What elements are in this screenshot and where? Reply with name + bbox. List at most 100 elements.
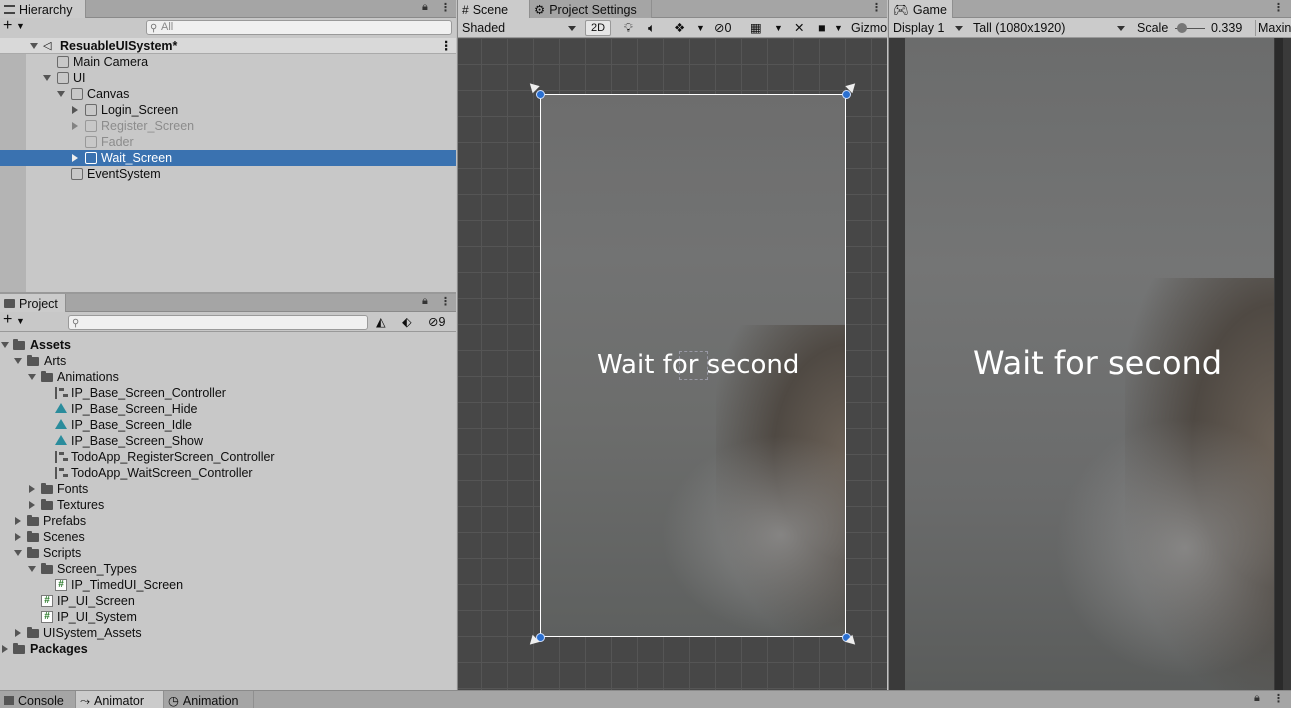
tab-hierarchy[interactable]: Hierarchy	[0, 0, 86, 18]
audio-icon[interactable]: 🔈︎	[648, 20, 656, 36]
display-dropdown[interactable]: Display 1	[893, 20, 967, 36]
kebab-menu-icon[interactable]: ⋮	[871, 1, 882, 14]
lighting-icon[interactable]: 💡︎	[624, 20, 633, 36]
camera-icon[interactable]: ■	[818, 20, 826, 36]
expand-arrow-icon[interactable]	[1, 342, 9, 348]
project-item-animation-clip[interactable]: IP_Base_Screen_Hide	[0, 401, 456, 417]
tab-project-settings[interactable]: ⚙ Project Settings	[530, 0, 652, 18]
project-item-scripts[interactable]: Scripts	[0, 545, 456, 561]
project-item-assets[interactable]: Assets	[0, 337, 456, 353]
project-item-script[interactable]: # IP_UI_System	[0, 609, 456, 625]
chevron-down-icon[interactable]: ▼	[774, 20, 783, 36]
hierarchy-item-wait-screen[interactable]: Wait_Screen	[0, 150, 456, 166]
tools-icon[interactable]: ✕	[794, 20, 804, 36]
project-item-animations[interactable]: Animations	[0, 369, 456, 385]
project-item-screen-types[interactable]: Screen_Types	[0, 561, 456, 577]
hierarchy-item-canvas[interactable]: Canvas	[0, 86, 456, 102]
game-viewport[interactable]: Wait for second	[905, 38, 1274, 690]
project-item-label: Packages	[30, 642, 88, 656]
project-item-animation-clip[interactable]: IP_Base_Screen_Show	[0, 433, 456, 449]
project-item-textures[interactable]: Textures	[0, 497, 456, 513]
maximize-on-play-toggle[interactable]: Maxin	[1255, 20, 1291, 36]
expand-arrow-icon[interactable]	[43, 75, 51, 81]
resolution-dropdown[interactable]: Tall (1080x1920)	[973, 20, 1129, 36]
chevron-down-icon[interactable]: ▼	[16, 313, 25, 329]
expand-arrow-icon[interactable]	[14, 358, 22, 364]
collapse-arrow-icon[interactable]	[15, 629, 21, 637]
tab-game[interactable]: 🎮︎ Game	[889, 0, 953, 18]
collapse-arrow-icon[interactable]	[2, 645, 8, 653]
hierarchy-item-login-screen[interactable]: Login_Screen	[0, 102, 456, 118]
gizmos-dropdown[interactable]: Gizmo	[851, 20, 887, 36]
collapse-arrow-icon[interactable]	[15, 517, 21, 525]
filter-by-label-icon[interactable]: ⬖	[402, 314, 412, 330]
project-item-fonts[interactable]: Fonts	[0, 481, 456, 497]
lock-icon[interactable]: 🔒︎	[422, 1, 428, 14]
lock-icon[interactable]: 🔒︎	[422, 295, 428, 308]
project-item-animator-controller[interactable]: IP_Base_Screen_Controller	[0, 385, 456, 401]
rect-transform-pivot-icon[interactable]	[679, 351, 708, 380]
collapse-arrow-icon[interactable]	[29, 501, 35, 509]
lock-icon[interactable]: 🔒︎	[1254, 692, 1260, 705]
canvas-rect[interactable]: Wait for second	[540, 94, 846, 637]
project-item-script[interactable]: # IP_UI_Screen	[0, 593, 456, 609]
project-item-animator-controller[interactable]: TodoApp_WaitScreen_Controller	[0, 465, 456, 481]
collapse-arrow-icon[interactable]	[72, 106, 78, 114]
chevron-down-icon[interactable]: ▼	[834, 20, 843, 36]
expand-arrow-icon[interactable]	[30, 43, 38, 49]
tab-project[interactable]: Project	[0, 294, 66, 312]
expand-arrow-icon[interactable]	[28, 566, 36, 572]
hierarchy-item-ui[interactable]: UI	[0, 70, 456, 86]
kebab-menu-icon[interactable]: ⋮	[440, 1, 451, 14]
project-search-input[interactable]: ⚲	[68, 315, 368, 330]
project-item-arts[interactable]: Arts	[0, 353, 456, 369]
expand-arrow-icon[interactable]	[14, 550, 22, 556]
collapse-arrow-icon[interactable]	[29, 485, 35, 493]
effects-icon[interactable]: ❖	[674, 20, 685, 36]
tab-console[interactable]: Console	[0, 691, 76, 708]
toggle-2d-button[interactable]: 2D	[585, 20, 611, 36]
hierarchy-item-register-screen[interactable]: Register_Screen	[0, 118, 456, 134]
expand-arrow-icon[interactable]	[28, 374, 36, 380]
collapse-arrow-icon[interactable]	[72, 154, 78, 162]
scene-viewport[interactable]: Wait for second	[458, 38, 887, 690]
filter-by-type-icon[interactable]: ◭	[376, 314, 386, 330]
chevron-down-icon[interactable]: ▼	[16, 18, 25, 34]
scale-slider-thumb[interactable]	[1177, 23, 1187, 33]
tab-scene[interactable]: # Scene	[458, 0, 530, 18]
project-item-animator-controller[interactable]: TodoApp_RegisterScreen_Controller	[0, 449, 456, 465]
scene-header-row[interactable]: ◁ ResuableUISystem* ⋮	[0, 38, 456, 54]
project-item-script[interactable]: # IP_TimedUI_Screen	[0, 577, 456, 593]
create-button[interactable]: +	[3, 312, 12, 328]
hierarchy-item-eventsystem[interactable]: EventSystem	[0, 166, 456, 182]
project-item-uisystem-assets[interactable]: UISystem_Assets	[0, 625, 456, 641]
game-right-scrollbar[interactable]	[1275, 38, 1283, 690]
hierarchy-search-placeholder: All	[161, 21, 174, 33]
scale-slider[interactable]	[1175, 20, 1205, 36]
project-item-prefabs[interactable]: Prefabs	[0, 513, 456, 529]
fog-image	[1055, 418, 1274, 678]
expand-arrow-icon[interactable]	[57, 91, 65, 97]
toggle-2d-label: 2D	[590, 22, 606, 34]
collapse-arrow-icon[interactable]	[15, 533, 21, 541]
collapse-arrow-icon[interactable]	[72, 122, 78, 130]
hierarchy-item-main-camera[interactable]: Main Camera	[0, 54, 456, 70]
tab-animator[interactable]: ⤳ Animator	[76, 691, 164, 708]
kebab-menu-icon[interactable]: ⋮	[1273, 692, 1284, 705]
kebab-menu-icon[interactable]: ⋮	[1273, 1, 1284, 14]
kebab-menu-icon[interactable]: ⋮	[440, 295, 451, 308]
resize-handle-top-left[interactable]	[536, 90, 545, 99]
hidden-objects-icon[interactable]: ⊘0	[714, 20, 731, 36]
create-button[interactable]: +	[3, 18, 12, 34]
scene-menu-icon[interactable]: ⋮	[440, 38, 453, 54]
hidden-packages-icon[interactable]: ⊘9	[428, 314, 445, 330]
project-item-packages[interactable]: Packages	[0, 641, 456, 657]
draw-mode-dropdown[interactable]: Shaded	[462, 20, 580, 36]
tab-animation[interactable]: ◷ Animation	[164, 691, 254, 708]
hierarchy-item-fader[interactable]: Fader	[0, 134, 456, 150]
hierarchy-search-input[interactable]: ⚲ All	[146, 20, 452, 35]
chevron-down-icon[interactable]: ▼	[696, 20, 705, 36]
grid-icon[interactable]: ▦	[750, 20, 762, 36]
project-item-scenes[interactable]: Scenes	[0, 529, 456, 545]
project-item-animation-clip[interactable]: IP_Base_Screen_Idle	[0, 417, 456, 433]
